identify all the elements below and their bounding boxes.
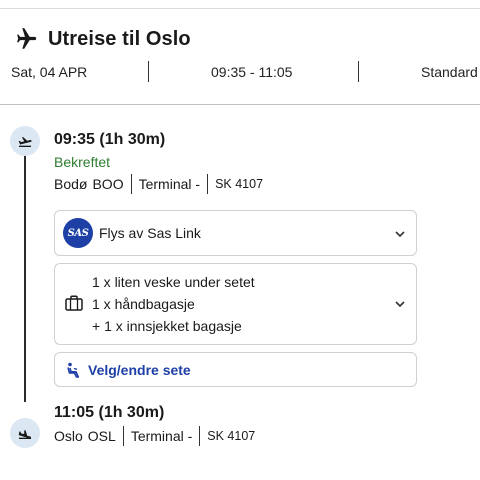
itinerary-header: Utreise til Oslo [12,24,191,54]
page-title: Utreise til Oslo [48,27,191,50]
status-badge: Bekreftet [54,154,111,170]
timeline-line [24,152,26,402]
arrival-city: Oslo [54,428,83,444]
divider [199,426,201,446]
departure-code: BOO [92,176,124,192]
departure-marker [10,126,40,156]
time-range: 09:35 - 11:05 [211,64,293,80]
departure-terminal: Terminal - [138,176,201,192]
arrival-route: Oslo OSL Terminal - SK 4107 [54,425,255,447]
arrival-marker [10,418,40,448]
chevron-down-icon[interactable] [394,298,406,310]
departure-route: Bodø BOO Terminal - SK 4107 [54,173,263,195]
divider [148,61,149,82]
flight-summary: Sat, 04 APR 09:35 - 11:05 Standard [0,60,480,84]
airline-dropdown[interactable]: SAS Flys av Sas Link [54,210,417,256]
divider [130,174,132,194]
divider [122,426,124,446]
arrival-time: 11:05 (1h 30m) [54,404,165,421]
landing-icon [18,430,32,439]
baggage-line: + 1 x innsjekket bagasje [92,318,242,334]
airline-label: Flys av Sas Link [99,225,201,241]
sas-logo-icon: SAS [63,218,93,248]
seat-icon [67,362,80,378]
flight-number: SK 4107 [207,429,256,443]
fare-class: Standard [421,64,478,80]
departure-city: Bodø [54,176,88,192]
takeoff-icon [18,137,32,147]
arrival-terminal: Terminal - [130,428,193,444]
chevron-down-icon[interactable] [394,228,406,240]
divider [358,61,359,82]
briefcase-icon [65,295,83,311]
arrival-code: OSL [87,428,116,444]
card-border [0,8,480,9]
airplane-icon [17,28,37,49]
departure-time: 09:35 (1h 30m) [54,131,166,148]
flight-number: SK 4107 [215,177,264,191]
baggage-dropdown[interactable]: 1 x liten veske under setet 1 x håndbaga… [54,263,417,345]
travel-date: Sat, 04 APR [11,64,88,80]
select-seat-button[interactable]: Velg/endre sete [54,352,417,387]
baggage-line: 1 x liten veske under setet [92,274,255,290]
baggage-line: 1 x håndbagasje [92,296,195,312]
divider [207,174,209,194]
section-divider [0,104,480,105]
select-seat-label: Velg/endre sete [88,362,191,378]
